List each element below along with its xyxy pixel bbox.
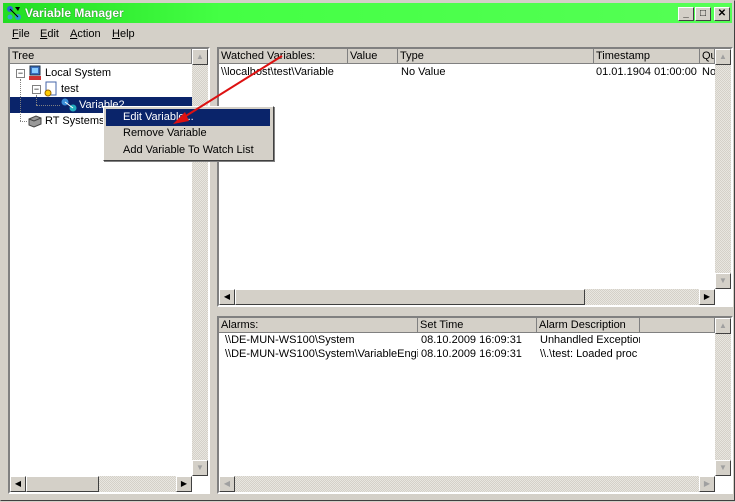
alarms-horizontal-scrollbar[interactable]: ◀ ▶: [219, 476, 715, 492]
menu-action-rest: ction: [77, 28, 101, 40]
column-header-value[interactable]: Value: [348, 49, 398, 64]
watched-row-timestamp: 01.01.1904 01:00:00: [596, 66, 697, 78]
tree-line: [20, 121, 27, 122]
menu-file-rest: ile: [18, 28, 30, 40]
menu-file[interactable]: File: [12, 28, 30, 40]
watched-row-name[interactable]: \\localhost\test\Variable: [221, 66, 348, 79]
column-header-alarms[interactable]: Alarms:: [219, 318, 418, 333]
column-header-type[interactable]: Type: [398, 49, 594, 64]
horizontal-splitter[interactable]: [217, 307, 733, 313]
app-icon: [7, 6, 21, 20]
column-header-timestamp[interactable]: Timestamp: [594, 49, 700, 64]
tree-horizontal-scrollbar[interactable]: ◀ ▶: [10, 476, 192, 492]
context-menu-add-to-watch-list[interactable]: Add Variable To Watch List: [106, 142, 270, 159]
scroll-down-button[interactable]: ▼: [715, 273, 731, 289]
watched-row-type: No Value: [401, 66, 446, 78]
column-header-blank: [640, 318, 715, 333]
column-header-quality[interactable]: Qu: [700, 49, 715, 64]
scroll-right-button[interactable]: ▶: [176, 476, 192, 492]
app-window: Variable Manager _ □ ✕ File Edit Action …: [0, 0, 735, 501]
expander-test[interactable]: −: [32, 85, 41, 94]
context-menu: Edit Variable... Remove Variable Add Var…: [103, 106, 274, 161]
document-icon: [44, 81, 57, 97]
menu-edit-rest: dit: [47, 28, 59, 40]
alarm-row-source[interactable]: \\DE-MUN-WS100\System\VariableEngine: [225, 348, 418, 361]
server-icon: [28, 115, 42, 128]
tree-node-local-system[interactable]: Local System: [45, 65, 111, 81]
tree-line: [36, 95, 37, 105]
maximize-button[interactable]: □: [695, 7, 711, 21]
column-header-set-time[interactable]: Set Time: [418, 318, 537, 333]
menu-action[interactable]: Action: [70, 28, 101, 40]
context-menu-remove-variable[interactable]: Remove Variable: [106, 125, 270, 142]
close-button[interactable]: ✕: [714, 7, 730, 21]
scroll-left-button[interactable]: ◀: [10, 476, 26, 492]
scroll-thumb[interactable]: [235, 289, 585, 305]
menu-file-accel: F: [12, 28, 19, 40]
scroll-up-button[interactable]: ▲: [715, 49, 731, 65]
menu-help-rest: elp: [119, 28, 135, 40]
menu-help[interactable]: Help: [112, 28, 135, 40]
watched-vertical-scrollbar[interactable]: ▲ ▼: [715, 49, 731, 289]
tree-line: [36, 105, 60, 106]
tree-node-rt-systems[interactable]: RT Systems: [45, 113, 105, 129]
scroll-down-button[interactable]: ▼: [192, 460, 208, 476]
alarms-vertical-scrollbar[interactable]: ▲ ▼: [715, 318, 731, 476]
computer-icon: [29, 65, 41, 80]
alarm-row-description: \\.\test: Loaded proc: [540, 348, 638, 360]
variable-network-icon: [61, 98, 77, 112]
tree-header[interactable]: Tree: [10, 49, 192, 64]
expander-local-system[interactable]: −: [16, 69, 25, 78]
scroll-right-button[interactable]: ▶: [699, 289, 715, 305]
tree-node-test[interactable]: test: [61, 81, 79, 97]
column-header-alarm-description[interactable]: Alarm Description: [537, 318, 640, 333]
menu-help-accel: H: [112, 28, 120, 40]
watched-row-quality: No: [702, 66, 715, 78]
alarms-panel: Alarms: Set Time Alarm Description \\DE-…: [217, 316, 733, 494]
watched-variables-panel: Watched Variables: Value Type Timestamp …: [217, 47, 733, 307]
alarm-row-set-time: 08.10.2009 16:09:31: [421, 348, 522, 360]
watched-horizontal-scrollbar[interactable]: ◀ ▶: [219, 289, 715, 305]
scroll-right-button[interactable]: ▶: [699, 476, 715, 492]
scroll-down-button[interactable]: ▼: [715, 460, 731, 476]
context-menu-edit-variable[interactable]: Edit Variable...: [106, 109, 270, 126]
tree-line: [20, 79, 21, 121]
scroll-left-button[interactable]: ◀: [219, 289, 235, 305]
column-header-watched-variables[interactable]: Watched Variables:: [219, 49, 348, 64]
scroll-left-button[interactable]: ◀: [219, 476, 235, 492]
scroll-up-button[interactable]: ▲: [715, 318, 731, 334]
alarm-row-source[interactable]: \\DE-MUN-WS100\System: [225, 334, 418, 347]
window-title: Variable Manager: [25, 6, 124, 20]
scroll-thumb[interactable]: [26, 476, 99, 492]
menu-edit[interactable]: Edit: [40, 28, 59, 40]
minimize-button[interactable]: _: [678, 7, 694, 21]
title-bar[interactable]: Variable Manager _ □ ✕: [3, 3, 732, 23]
alarm-row-set-time: 08.10.2009 16:09:31: [421, 334, 522, 346]
menu-bar: File Edit Action Help: [3, 25, 732, 44]
scroll-up-button[interactable]: ▲: [192, 49, 208, 65]
alarm-row-description: Unhandled Exception: [540, 334, 640, 346]
